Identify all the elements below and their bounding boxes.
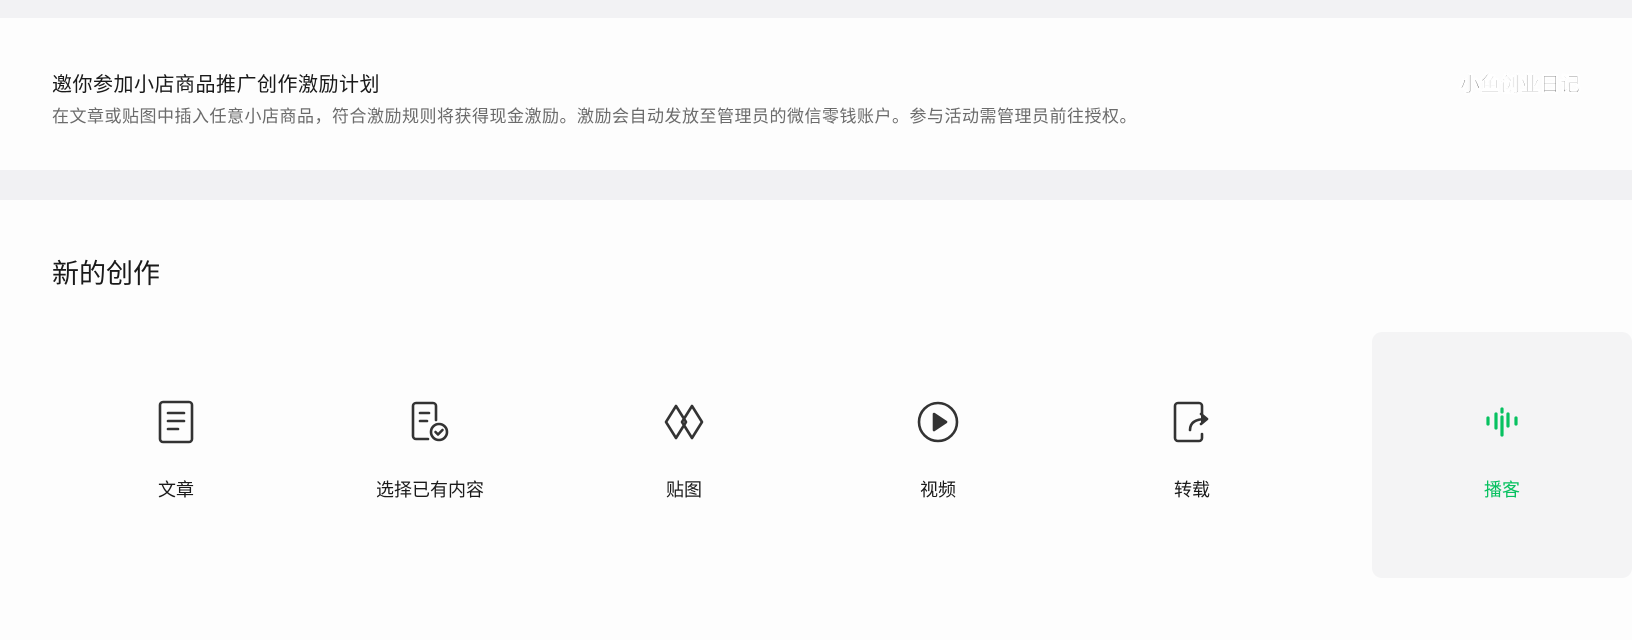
section-divider (0, 170, 1632, 200)
create-video-button[interactable]: 视频 (806, 332, 1070, 578)
create-article-label: 文章 (158, 480, 194, 501)
repost-button[interactable]: 转载 (1060, 332, 1324, 578)
create-article-button[interactable]: 文章 (44, 332, 308, 578)
create-image-post-label: 贴图 (666, 480, 702, 501)
audio-wave-icon (1480, 400, 1524, 444)
image-diamond-icon (662, 400, 706, 444)
banner-description: 在文章或贴图中插入任意小店商品，符合激励规则将获得现金激励。激励会自动发放至管理… (52, 107, 1137, 127)
creation-options: 文章 选择已有内容 贴图 视频 转载 播客 (44, 332, 1632, 578)
share-document-icon (1170, 400, 1214, 444)
top-strip (0, 0, 1632, 18)
watermark-text: 小鱼创业日记 (1460, 72, 1581, 97)
repost-label: 转载 (1174, 480, 1210, 501)
document-icon (154, 400, 198, 444)
select-existing-button[interactable]: 选择已有内容 (298, 332, 562, 578)
create-video-label: 视频 (920, 480, 956, 501)
document-check-icon (408, 400, 452, 444)
promo-banner[interactable]: 邀你参加小店商品推广创作激励计划 在文章或贴图中插入任意小店商品，符合激励规则将… (0, 18, 1632, 170)
select-existing-label: 选择已有内容 (376, 480, 484, 501)
create-podcast-button[interactable]: 播客 (1372, 332, 1632, 578)
banner-title: 邀你参加小店商品推广创作激励计划 (52, 72, 380, 96)
new-creation-card: 新的创作 文章 选择已有内容 贴图 视频 转载 播客 (0, 200, 1632, 640)
create-image-post-button[interactable]: 贴图 (552, 332, 816, 578)
create-podcast-label: 播客 (1484, 480, 1520, 501)
play-circle-icon (916, 400, 960, 444)
section-title: 新的创作 (52, 259, 160, 290)
